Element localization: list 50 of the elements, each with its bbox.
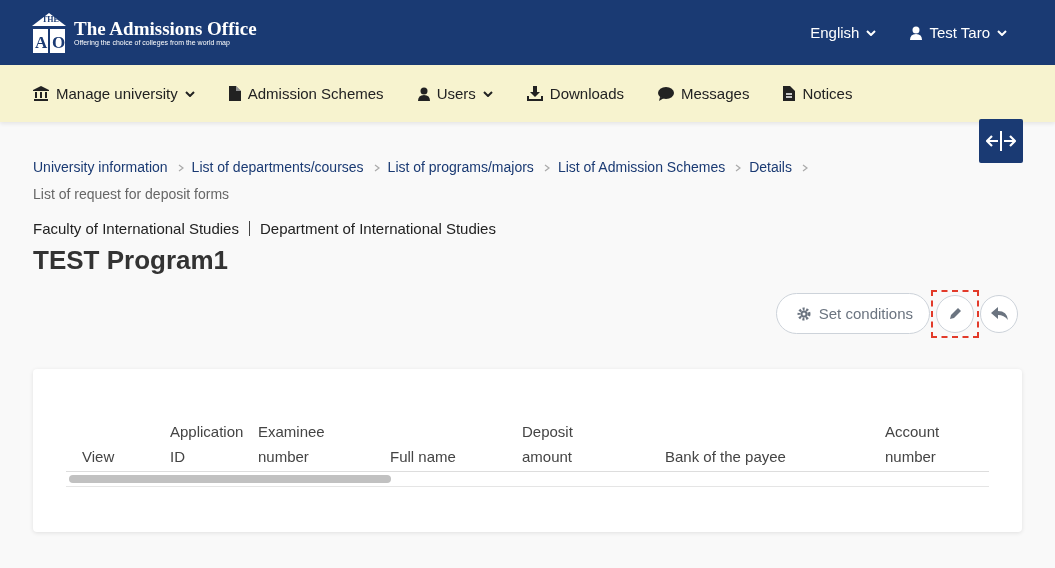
bank-icon — [33, 86, 49, 101]
logo-text: A — [35, 32, 48, 53]
breadcrumb-link[interactable]: List of departments/courses — [191, 154, 364, 181]
user-icon — [417, 86, 430, 101]
chevron-icon — [735, 163, 742, 172]
nav-item[interactable]: Manage university — [33, 85, 195, 102]
nav-item[interactable]: Admission Schemes — [228, 85, 384, 102]
page-title: TEST Program1 — [33, 245, 230, 276]
breadcrumb-link[interactable]: Details — [749, 154, 792, 181]
column-header: Bank of the payee — [665, 447, 787, 467]
breadcrumb-link[interactable]: University information — [33, 154, 168, 181]
logo-text: O — [52, 32, 66, 53]
user-menu[interactable]: Test Taro — [910, 24, 1007, 41]
gear-icon — [796, 306, 811, 321]
user-icon — [910, 25, 923, 40]
chevron-icon — [373, 163, 380, 172]
nav-item[interactable]: Messages — [658, 85, 750, 102]
language-menu[interactable]: English — [810, 24, 877, 41]
expand-width-button[interactable] — [979, 119, 1023, 163]
building-icon — [32, 12, 66, 53]
site-title: The Admissions Office — [74, 19, 257, 39]
caret-icon — [866, 29, 877, 36]
nav-item[interactable]: Users — [417, 85, 493, 102]
document-icon — [783, 86, 796, 101]
breadcrumb-link[interactable]: List of Admission Schemes — [557, 154, 726, 181]
column-header: Full name — [390, 447, 457, 467]
arrows-icon — [986, 131, 1016, 151]
download-icon — [526, 86, 543, 101]
chevron-icon — [177, 163, 184, 172]
nav-item[interactable]: Downloads — [526, 85, 624, 102]
column-header: Application ID — [170, 422, 245, 467]
scrollbar[interactable] — [66, 472, 989, 487]
pencil-icon — [948, 307, 962, 320]
file-icon — [228, 86, 241, 101]
chat-icon — [658, 86, 674, 101]
reply-button[interactable] — [980, 294, 1018, 333]
breadcrumb-link[interactable]: List of programs/majors — [387, 154, 534, 181]
breadcrumb-current: List of request for deposit forms — [33, 185, 230, 204]
chevron-icon — [543, 163, 550, 172]
column-header: Examinee number — [258, 422, 326, 467]
nav-item[interactable]: Notices — [783, 85, 853, 102]
column-header: View — [82, 447, 116, 467]
caret-icon — [997, 29, 1007, 36]
column-header: Account number — [885, 422, 941, 467]
reply-icon — [990, 307, 1008, 320]
chevron-icon — [801, 163, 808, 172]
set-conditions-button[interactable]: Set conditions — [775, 293, 930, 334]
faculty-name: Faculty of International Studies — [33, 220, 239, 237]
department-name: Department of International Studies — [259, 220, 496, 237]
column-header: Deposit amount — [522, 422, 574, 467]
